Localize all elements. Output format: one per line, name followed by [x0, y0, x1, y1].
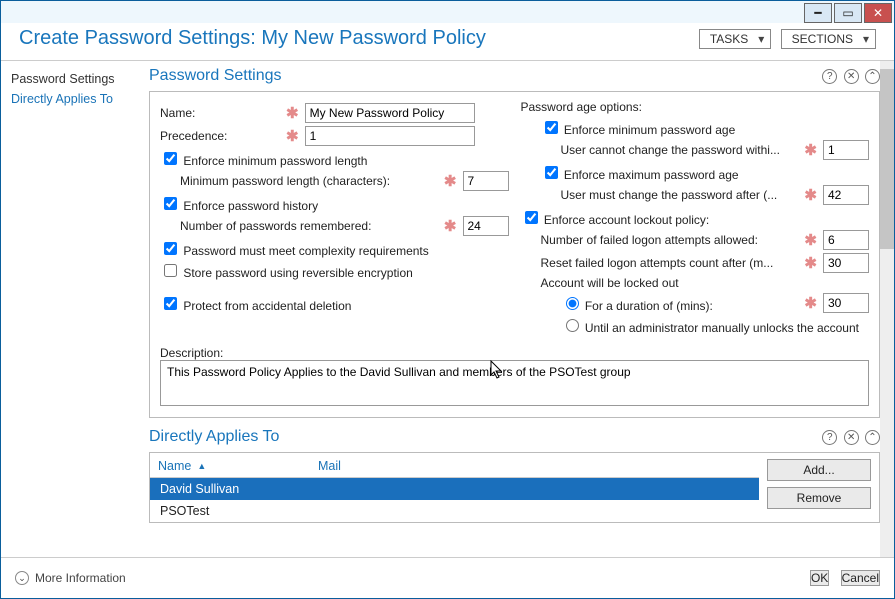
section-head-applies: Directly Applies To ? ✕ ⌃ — [145, 428, 884, 448]
required-icon: ✱ — [444, 217, 457, 235]
maximize-button[interactable]: ▭ — [834, 3, 862, 23]
max-age-input[interactable] — [823, 185, 869, 205]
column-header-name[interactable]: Name▲ — [158, 459, 318, 473]
min-age-label: User cannot change the password withi... — [561, 143, 799, 157]
protect-label: Protect from accidental deletion — [183, 299, 351, 313]
section-title-password-settings: Password Settings — [149, 67, 282, 85]
name-label: Name: — [160, 106, 280, 120]
min-length-label: Minimum password length (characters): — [180, 174, 438, 188]
enforce-history-checkbox[interactable]: Enforce password history — [160, 199, 318, 213]
complexity-checkbox[interactable]: Password must meet complexity requiremen… — [160, 244, 429, 258]
description-input[interactable] — [160, 360, 869, 406]
reset-count-label: Reset failed logon attempts count after … — [541, 256, 799, 270]
age-options-label: Password age options: — [521, 100, 870, 114]
required-icon: ✱ — [804, 254, 817, 272]
protect-checkbox[interactable]: Protect from accidental deletion — [160, 299, 351, 313]
enforce-min-length-label: Enforce minimum password length — [183, 154, 367, 168]
complexity-label: Password must meet complexity requiremen… — [183, 244, 428, 258]
enforce-lockout-checkbox[interactable]: Enforce account lockout policy: — [521, 213, 710, 227]
more-information-label: More Information — [35, 571, 126, 585]
enforce-history-label: Enforce password history — [183, 199, 318, 213]
section-title-applies: Directly Applies To — [149, 428, 279, 446]
body: Password Settings Directly Applies To Pa… — [1, 60, 894, 558]
tasks-dropdown[interactable]: TASKS — [699, 29, 771, 49]
sections-dropdown[interactable]: SECTIONS — [781, 29, 876, 49]
add-button[interactable]: Add... — [767, 459, 871, 481]
scrollbar[interactable] — [880, 61, 894, 557]
history-label: Number of passwords remembered: — [180, 219, 438, 233]
required-icon: ✱ — [804, 186, 817, 204]
close-section-icon[interactable]: ✕ — [844, 430, 859, 445]
cancel-button[interactable]: Cancel — [841, 570, 880, 586]
table-header: Name▲ Mail — [150, 453, 759, 478]
page-title: Create Password Settings: My New Passwor… — [19, 27, 486, 50]
help-icon[interactable]: ? — [822, 430, 837, 445]
required-icon: ✱ — [286, 104, 299, 122]
content-area: Password Settings ? ✕ ⌃ Name: ✱ — [141, 61, 894, 557]
close-section-icon[interactable]: ✕ — [844, 69, 859, 84]
required-icon: ✱ — [804, 141, 817, 159]
help-icon[interactable]: ? — [822, 69, 837, 84]
close-window-button[interactable]: ✕ — [864, 3, 892, 23]
header-row: Create Password Settings: My New Passwor… — [1, 23, 894, 60]
lockout-duration-input[interactable] — [823, 293, 869, 313]
header-buttons: TASKS SECTIONS — [693, 32, 876, 46]
reversible-label: Store password using reversible encrypti… — [183, 266, 412, 280]
reversible-checkbox[interactable]: Store password using reversible encrypti… — [160, 266, 413, 280]
enforce-lockout-label: Enforce account lockout policy: — [544, 213, 709, 227]
collapse-section-icon[interactable]: ⌃ — [865, 430, 880, 445]
titlebar: ━ ▭ ✕ — [1, 1, 894, 23]
failed-attempts-input[interactable] — [823, 230, 869, 250]
locked-out-label: Account will be locked out — [541, 276, 870, 290]
minimize-button[interactable]: ━ — [804, 3, 832, 23]
ok-button[interactable]: OK — [810, 570, 829, 586]
collapse-section-icon[interactable]: ⌃ — [865, 69, 880, 84]
enforce-max-age-checkbox[interactable]: Enforce maximum password age — [541, 168, 739, 182]
applies-buttons: Add... Remove — [759, 453, 879, 522]
more-information-button[interactable]: ⌄ More Information — [15, 571, 126, 585]
section-head-password-settings: Password Settings ? ✕ ⌃ — [145, 67, 884, 87]
nav-item-directly-applies[interactable]: Directly Applies To — [11, 89, 131, 109]
required-icon: ✱ — [444, 172, 457, 190]
enforce-min-length-checkbox[interactable]: Enforce minimum password length — [160, 154, 367, 168]
precedence-label: Precedence: — [160, 129, 280, 143]
lockout-until-radio[interactable]: Until an administrator manually unlocks … — [561, 316, 859, 335]
max-age-label: User must change the password after (... — [561, 188, 799, 202]
dialog-window: ━ ▭ ✕ Create Password Settings: My New P… — [0, 0, 895, 599]
failed-attempts-label: Number of failed logon attempts allowed: — [541, 233, 799, 247]
precedence-input[interactable] — [305, 126, 475, 146]
applies-panel: Name▲ Mail David Sullivan PSOTest Add...… — [149, 452, 880, 523]
enforce-max-age-label: Enforce maximum password age — [564, 168, 739, 182]
required-icon: ✱ — [286, 127, 299, 145]
nav-item-password-settings[interactable]: Password Settings — [11, 69, 131, 89]
min-length-input[interactable] — [463, 171, 509, 191]
sort-asc-icon: ▲ — [197, 461, 206, 471]
applies-table: Name▲ Mail David Sullivan PSOTest — [150, 453, 759, 522]
lockout-until-label: Until an administrator manually unlocks … — [585, 321, 859, 335]
password-settings-panel: Name: ✱ Precedence: ✱ Enforce minimum pa… — [149, 91, 880, 418]
required-icon: ✱ — [804, 231, 817, 249]
enforce-min-age-label: Enforce minimum password age — [564, 123, 735, 137]
description-label: Description: — [160, 346, 869, 360]
remove-button[interactable]: Remove — [767, 487, 871, 509]
table-row[interactable]: PSOTest — [150, 500, 759, 522]
scrollbar-thumb[interactable] — [880, 69, 894, 249]
required-icon: ✱ — [804, 294, 817, 312]
min-age-input[interactable] — [823, 140, 869, 160]
name-input[interactable] — [305, 103, 475, 123]
column-header-mail[interactable]: Mail — [318, 459, 341, 473]
nav-sidebar: Password Settings Directly Applies To — [1, 61, 141, 557]
reset-count-input[interactable] — [823, 253, 869, 273]
table-row[interactable]: David Sullivan — [150, 478, 759, 500]
lockout-duration-radio[interactable]: For a duration of (mins): — [561, 294, 799, 313]
footer: ⌄ More Information OK Cancel — [1, 558, 894, 598]
enforce-min-age-checkbox[interactable]: Enforce minimum password age — [541, 123, 736, 137]
chevron-down-icon: ⌄ — [15, 571, 29, 585]
lockout-duration-label: For a duration of (mins): — [585, 299, 713, 313]
history-input[interactable] — [463, 216, 509, 236]
